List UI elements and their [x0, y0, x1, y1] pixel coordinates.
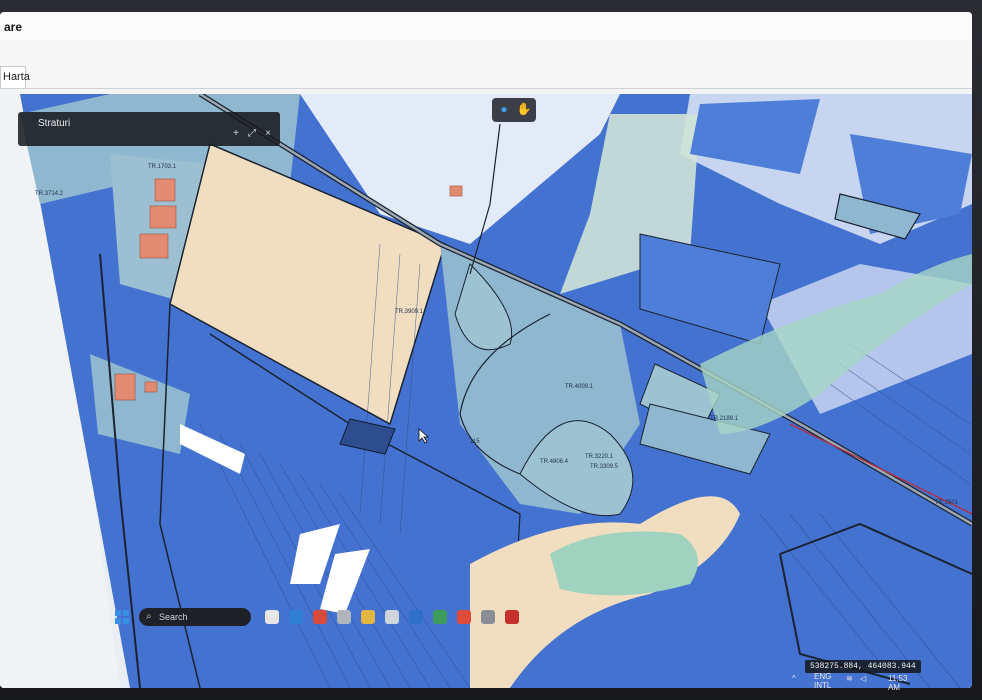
language-top: ENG [814, 672, 832, 681]
parcel-label: TR.4009.1 [565, 384, 594, 390]
speaker-icon[interactable]: ◁ [860, 674, 866, 683]
app-icon[interactable] [337, 610, 351, 624]
layer-panel: Straturi + ⤢ × [18, 112, 280, 146]
map-view[interactable]: TR.1703.1 TR.3714.2 TR.3909.1 TR.4009.1 … [0, 94, 972, 688]
tab-bar: Harta [0, 40, 972, 89]
app-icon[interactable] [385, 610, 399, 624]
hand-icon[interactable]: ✋ [515, 100, 533, 118]
parcel-label: TR.3309.5 [590, 464, 619, 470]
chrome-icon[interactable] [457, 610, 471, 624]
wifi-icon[interactable]: ≋ [846, 674, 853, 683]
language-bottom: INTL [814, 681, 832, 690]
folder-icon[interactable] [361, 610, 375, 624]
mouse-cursor-icon [418, 428, 430, 444]
windows-start-icon[interactable] [115, 610, 129, 624]
map-tool-group: ● ✋ [492, 98, 536, 122]
layer-expand-button[interactable]: ⤢ [246, 128, 258, 140]
parcel-label: TR.1703.1 [148, 164, 177, 170]
parcel-label: TR.2189.1 [710, 416, 739, 422]
parcel-label: TR.3714.2 [35, 191, 64, 197]
task-view-icon[interactable] [265, 610, 279, 624]
os-taskbar: ⌕ Search [95, 608, 665, 640]
layer-panel-title: Straturi [38, 118, 71, 129]
parcel-label: TR.4806.4 [540, 459, 569, 465]
taskbar-search-input[interactable]: ⌕ Search [139, 608, 251, 626]
app-icon[interactable] [481, 610, 495, 624]
layer-add-button[interactable]: + [230, 128, 242, 140]
parcel-label: TR.2501 [935, 500, 959, 506]
language-indicator[interactable]: ENG INTL [814, 672, 831, 690]
edge-icon[interactable] [289, 610, 303, 624]
parcel-label: TR.3220.1 [585, 454, 614, 460]
app-icon[interactable] [409, 610, 423, 624]
app-icon[interactable] [433, 610, 447, 624]
search-placeholder: Search [159, 612, 188, 622]
tray-expand-icon[interactable]: ^ [792, 674, 796, 683]
clock[interactable]: 11:53 AM [888, 674, 907, 692]
globe-icon[interactable]: ● [495, 100, 513, 118]
app-title: are [4, 20, 23, 34]
parcel-label: TR.3909.1 [395, 309, 424, 315]
screen: are Harta TR.1703.1 TR.3714.2 TR.3909.1 … [0, 12, 972, 688]
tab-harta[interactable]: Harta [0, 66, 30, 88]
parcel-label: 115 [470, 439, 480, 445]
pdf-icon[interactable] [505, 610, 519, 624]
search-icon: ⌕ [146, 611, 152, 622]
titlebar: are [0, 12, 972, 41]
opera-icon[interactable] [313, 610, 327, 624]
layer-close-button[interactable]: × [262, 128, 274, 140]
map-canvas[interactable] [0, 94, 972, 688]
